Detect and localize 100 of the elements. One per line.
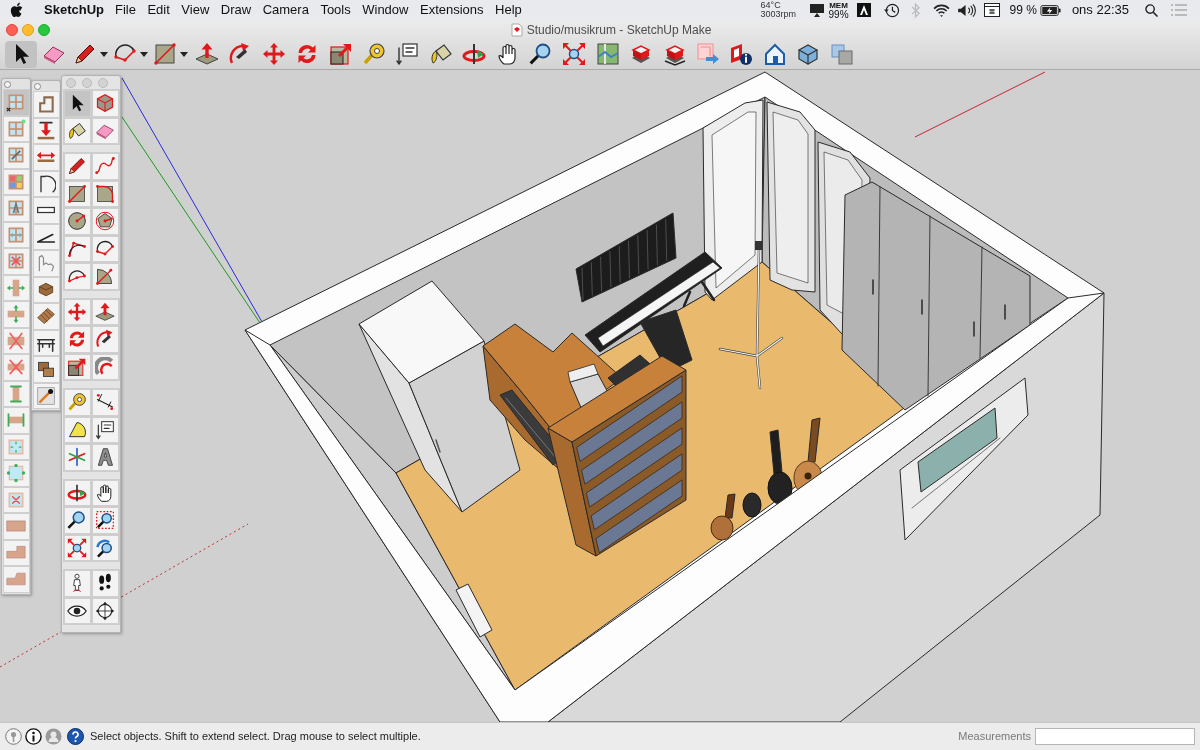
zoom-extents-icon (67, 537, 87, 558)
menu-item[interactable]: Window (362, 0, 409, 20)
menu-item[interactable]: Extensions (420, 0, 484, 20)
map-icon[interactable] (595, 42, 620, 67)
push-pull-icon[interactable] (195, 42, 220, 67)
protractor-icon (67, 419, 87, 440)
tool-button[interactable] (32, 223, 60, 250)
temperature-reading: 64°C (760, 1, 782, 10)
volume-icon[interactable] (956, 3, 976, 17)
measurements-field[interactable] (1035, 728, 1195, 745)
orbit-icon (67, 482, 87, 503)
tool-button[interactable] (63, 479, 91, 506)
tool-button[interactable] (63, 180, 91, 207)
info-icon[interactable] (25, 728, 42, 745)
menu-item[interactable]: View (181, 0, 210, 20)
display-icon[interactable] (808, 3, 825, 17)
tool-button[interactable] (32, 276, 60, 303)
app-menu[interactable]: SketchUp (44, 0, 104, 20)
tool-button[interactable] (32, 170, 60, 197)
tape-measure-icon[interactable] (362, 42, 387, 67)
battery-icon[interactable] (1039, 4, 1061, 16)
logo-icon[interactable] (856, 3, 871, 17)
hand-sketch-icon (36, 253, 56, 274)
wifi-icon[interactable] (932, 3, 950, 17)
app-window-icon[interactable] (983, 3, 1000, 17)
caret-icon[interactable] (99, 51, 108, 57)
caret-icon[interactable] (179, 51, 188, 57)
tool-button[interactable] (63, 235, 91, 262)
tool-button[interactable] (91, 597, 119, 624)
zoom-extents-icon[interactable] (562, 42, 587, 67)
tool-button[interactable] (32, 303, 60, 330)
tool-button[interactable] (32, 356, 60, 383)
tool-button[interactable] (63, 597, 91, 624)
tool-button[interactable] (91, 180, 119, 207)
beam-arrows-icon (6, 304, 26, 325)
window-close-button[interactable] (6, 23, 18, 36)
measurements-label: Measurements (958, 729, 1031, 745)
tool-button[interactable] (91, 326, 119, 353)
tool-button[interactable] (32, 329, 60, 356)
orbit-icon[interactable] (462, 42, 487, 67)
pie-icon (95, 266, 115, 287)
tool-button[interactable] (91, 444, 119, 471)
rotate-arrows-icon (67, 329, 87, 350)
info-icon[interactable] (729, 42, 754, 67)
tool-button[interactable] (63, 263, 91, 290)
tool-button[interactable] (91, 263, 119, 290)
stacked-squares-icon[interactable] (829, 42, 854, 67)
help-icon[interactable] (67, 728, 84, 745)
tool-button[interactable] (91, 507, 119, 534)
apple-icon[interactable] (10, 2, 23, 18)
menu-item[interactable]: File (114, 0, 136, 20)
status-hint: Select objects. Shift to extend select. Drag mouse to select multiple. (90, 729, 421, 745)
scale-icon[interactable] (328, 42, 353, 67)
tool-button[interactable] (63, 507, 91, 534)
house-icon[interactable] (762, 42, 787, 67)
tool-button[interactable] (91, 479, 119, 506)
menu-item[interactable]: Draw (220, 0, 252, 20)
tool-button[interactable] (91, 416, 119, 443)
offset-icon (95, 356, 115, 377)
cube-icon[interactable] (796, 42, 821, 67)
tool-button[interactable] (32, 197, 60, 224)
tool-button[interactable] (63, 353, 91, 380)
search-icon[interactable] (1145, 3, 1158, 17)
tool-button[interactable] (63, 534, 91, 561)
window-delete-icon (6, 251, 26, 272)
menu-item[interactable]: Tools (320, 0, 351, 20)
tool-button[interactable] (32, 382, 60, 409)
window-icon (6, 198, 26, 219)
caret-icon[interactable] (139, 51, 148, 57)
export-arrow-icon[interactable] (695, 42, 720, 67)
scale-icon (67, 356, 87, 377)
eyedropper-icon (36, 385, 56, 406)
zoom-icon (95, 537, 115, 558)
tool-button[interactable] (91, 534, 119, 561)
battery-percent[interactable]: 99 % (1009, 1, 1037, 19)
box-stack-icon[interactable] (662, 42, 687, 67)
zoom-window-icon (95, 510, 115, 531)
clock-time[interactable]: ons 22:35 (1071, 0, 1129, 20)
rectangle-icon[interactable] (152, 42, 177, 67)
arrow-cursor-icon[interactable] (5, 40, 37, 68)
history-clock-icon[interactable] (882, 2, 900, 18)
tool-button[interactable] (63, 570, 91, 597)
guitar (710, 493, 736, 541)
tool-button[interactable] (91, 235, 119, 262)
tool-button[interactable] (63, 117, 91, 144)
text-label-icon[interactable] (395, 42, 420, 67)
tool-button[interactable] (63, 153, 91, 180)
tool-button[interactable] (63, 90, 91, 117)
tool-button[interactable] (63, 416, 91, 443)
menu-item[interactable]: Help (495, 0, 522, 20)
tape-measure-icon (67, 392, 87, 413)
zoom-icon[interactable] (529, 42, 553, 67)
pencil-icon[interactable] (72, 42, 97, 67)
boxes-icon (36, 359, 56, 380)
menu-item[interactable]: Camera (262, 0, 309, 20)
tool-button[interactable] (91, 570, 119, 597)
curved-arrow-icon (95, 329, 115, 350)
tool-button[interactable] (91, 389, 119, 416)
menu-item[interactable]: Edit (147, 0, 170, 20)
move-arrows-icon[interactable] (261, 42, 286, 67)
